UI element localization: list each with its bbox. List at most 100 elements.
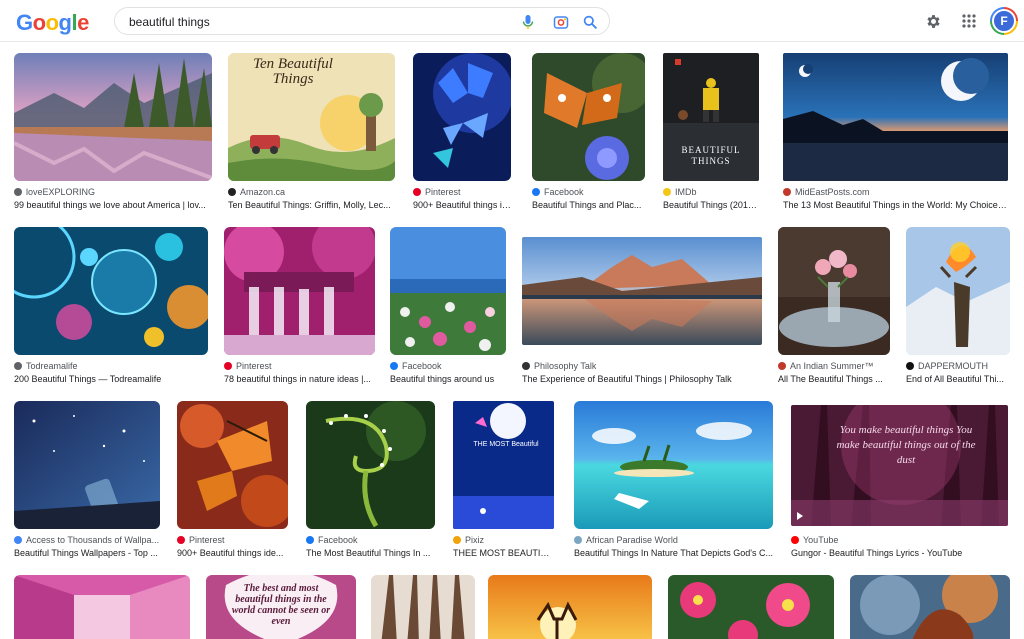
logo-letter: o (45, 10, 59, 35)
thumbnail-text: Ten Beautiful Things (253, 56, 333, 87)
result-thumbnail[interactable] (783, 53, 1008, 181)
result-thumbnail[interactable]: Ten Beautiful Things (228, 53, 395, 181)
thumbnail-text: You make beautiful things You make beaut… (836, 424, 976, 466)
favicon-icon (532, 188, 540, 196)
result-thumbnail[interactable] (306, 401, 435, 529)
result-title[interactable]: Beautiful Things (2017)... (663, 200, 759, 214)
result-title[interactable]: Gungor - Beautiful Things Lyrics - YouTu… (791, 548, 1008, 562)
result-title[interactable]: Beautiful Things and Plac... (532, 200, 645, 214)
favicon-icon (906, 362, 914, 370)
result-title[interactable]: Ten Beautiful Things: Griffin, Molly, Le… (228, 200, 395, 214)
result-title[interactable]: 99 beautiful things we love about Americ… (14, 200, 212, 214)
result-source[interactable]: Facebook (306, 533, 358, 547)
favicon-icon (783, 188, 791, 196)
favicon-icon (14, 362, 22, 370)
gear-icon[interactable] (922, 10, 944, 32)
result-thumbnail[interactable] (14, 53, 212, 181)
logo-letter: o (32, 10, 46, 35)
favicon-icon (791, 536, 799, 544)
result-thumbnail[interactable]: BEAUTIFUL THINGS (663, 53, 759, 181)
result-title[interactable]: The Experience of Beautiful Things | Phi… (522, 374, 762, 388)
result-source[interactable]: An Indian Summer™ (778, 359, 874, 373)
result-source[interactable]: Todreamalife (14, 359, 78, 373)
logo-letter: e (77, 10, 89, 35)
result-thumbnail[interactable]: THE MOST Beautiful (453, 401, 554, 529)
logo-text: Google (16, 10, 89, 36)
result-source[interactable]: Philosophy Talk (522, 359, 596, 373)
result-source[interactable]: African Paradise World (574, 533, 678, 547)
result-thumbnail[interactable] (14, 401, 160, 529)
favicon-icon (390, 362, 398, 370)
result-source[interactable]: Facebook (532, 185, 584, 199)
result-title[interactable]: Beautiful Things In Nature That Depicts … (574, 548, 773, 562)
result-title[interactable]: Beautiful things around us (390, 374, 506, 388)
thumbnail-text: BEAUTIFUL THINGS (681, 145, 741, 166)
result-source[interactable]: YouTube (791, 533, 838, 547)
result-source[interactable]: Facebook (390, 359, 442, 373)
result-thumbnail[interactable] (488, 575, 652, 639)
favicon-icon (663, 188, 671, 196)
favicon-icon (778, 362, 786, 370)
result-thumbnail[interactable] (668, 575, 834, 639)
favicon-icon (228, 188, 236, 196)
search-box[interactable] (114, 7, 610, 35)
favicon-icon (453, 536, 461, 544)
result-source[interactable]: Pinterest (224, 359, 272, 373)
favicon-icon (413, 188, 421, 196)
result-thumbnail[interactable] (522, 237, 762, 345)
thumbnail-text: THE MOST Beautiful (473, 441, 539, 448)
result-thumbnail[interactable] (177, 401, 288, 529)
result-title[interactable]: 900+ Beautiful things id... (413, 200, 511, 214)
result-source[interactable]: loveEXPLORING (14, 185, 95, 199)
result-thumbnail[interactable] (413, 53, 511, 181)
result-title[interactable]: 78 beautiful things in nature ideas |... (224, 374, 375, 388)
google-logo[interactable]: Google (16, 10, 89, 36)
result-title[interactable]: All The Beautiful Things ... (778, 374, 890, 388)
result-thumbnail[interactable] (532, 53, 645, 181)
result-source[interactable]: IMDb (663, 185, 697, 199)
result-source[interactable]: Pixiz (453, 533, 484, 547)
result-title[interactable]: The Most Beautiful Things In ... (306, 548, 435, 562)
apps-grid-icon[interactable] (958, 10, 980, 32)
result-thumbnail[interactable] (224, 227, 375, 355)
favicon-icon (574, 536, 582, 544)
result-title[interactable]: 200 Beautiful Things — Todreamalife (14, 374, 208, 388)
result-thumbnail[interactable] (850, 575, 1010, 639)
favicon-icon (224, 362, 232, 370)
result-thumbnail[interactable]: The best and most beautiful things in th… (206, 575, 356, 639)
favicon-icon (177, 536, 185, 544)
result-source[interactable]: Pinterest (413, 185, 461, 199)
favicon-icon (306, 536, 314, 544)
result-source[interactable]: Access to Thousands of Wallpa... (14, 533, 159, 547)
result-source[interactable]: Pinterest (177, 533, 225, 547)
result-thumbnail[interactable] (778, 227, 890, 355)
result-thumbnail[interactable] (574, 401, 773, 529)
search-input[interactable] (129, 13, 509, 30)
result-thumbnail[interactable] (390, 227, 506, 355)
mic-icon[interactable] (519, 13, 537, 31)
camera-lens-icon[interactable] (552, 13, 570, 31)
result-thumbnail[interactable]: You make beautiful things You make beaut… (791, 405, 1008, 526)
favicon-icon (14, 536, 22, 544)
favicon-icon (14, 188, 22, 196)
account-avatar[interactable]: F (990, 7, 1018, 35)
logo-letter: g (58, 10, 72, 35)
result-thumbnail[interactable] (371, 575, 475, 639)
avatar-letter: F (992, 9, 1016, 33)
result-source[interactable]: MidEastPosts.com (783, 185, 870, 199)
top-bar: Google F (0, 0, 1024, 42)
result-title[interactable]: The 13 Most Beautiful Things in the Worl… (783, 200, 1008, 214)
result-thumbnail[interactable] (14, 227, 208, 355)
result-title[interactable]: End of All Beautiful Thi... (906, 374, 1010, 388)
result-title[interactable]: Beautiful Things Wallpapers - Top ... (14, 548, 160, 562)
play-icon (797, 512, 803, 520)
thumbnail-text: The best and most beautiful things in th… (231, 583, 331, 627)
result-thumbnail[interactable] (906, 227, 1010, 355)
result-title[interactable]: THEE MOST BEAUTIFUL... (453, 548, 554, 562)
search-icon[interactable] (581, 13, 599, 31)
result-title[interactable]: 900+ Beautiful things ide... (177, 548, 288, 562)
result-thumbnail[interactable] (14, 575, 190, 639)
logo-letter: G (16, 10, 33, 35)
result-source[interactable]: Amazon.ca (228, 185, 285, 199)
result-source[interactable]: DAPPERMOUTH (906, 359, 988, 373)
